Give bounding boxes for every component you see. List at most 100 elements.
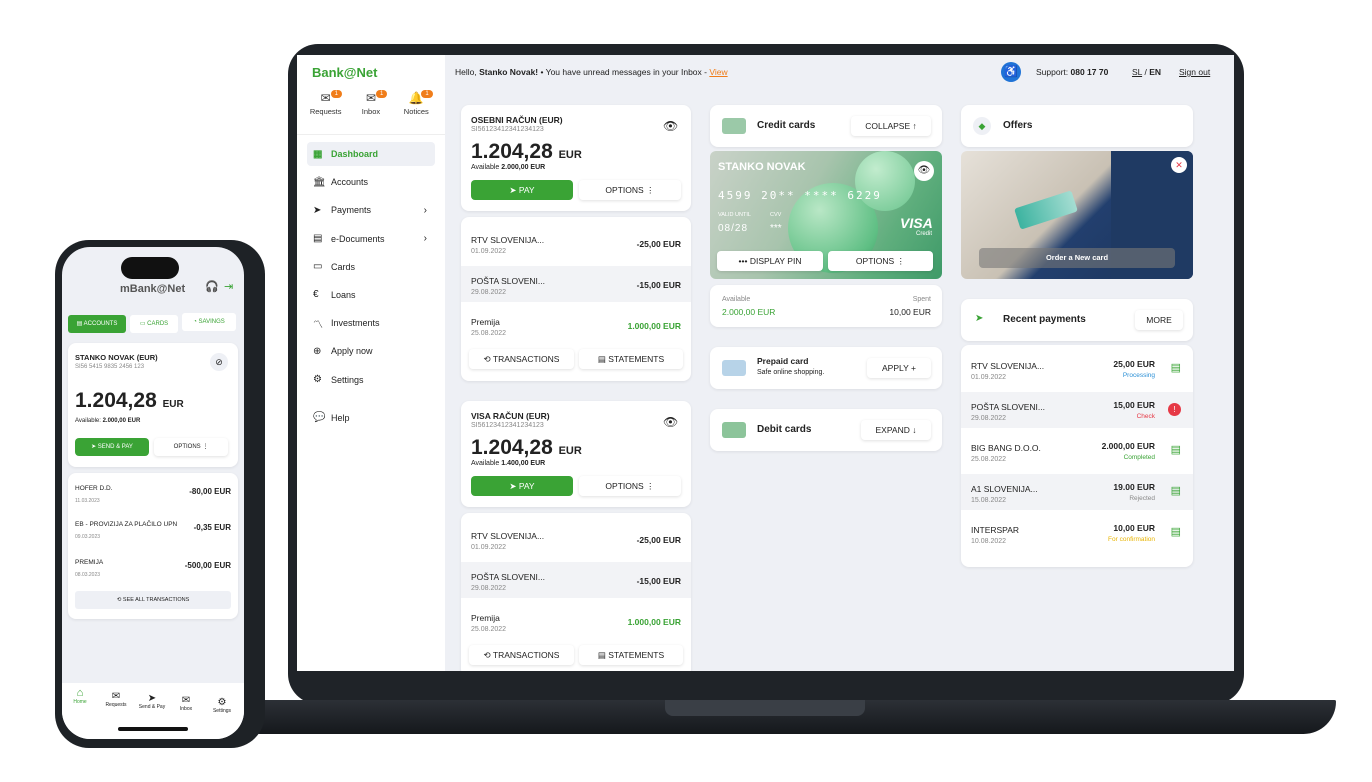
nav-settings[interactable]: ⚙ Settings [307,368,435,392]
tx-name: POŠTA SLOVENI... [471,572,546,582]
card-options-button[interactable]: OPTIONS ⋮ [828,251,933,271]
tab-savings[interactable]: ◔ SAVINGS [182,313,236,331]
collapse-button[interactable]: COLLAPSE ↑ [851,116,931,136]
nav-investments[interactable]: 〽 Investments [307,311,435,335]
order-card-button[interactable]: Order a New card [979,248,1175,268]
tx-date: 09.03.2023 [75,534,101,540]
offer-banner[interactable]: ✕ Order a New card [961,151,1193,279]
see-all-transactions-button[interactable]: ⟲ SEE ALL TRANSACTIONS [75,591,231,609]
nav-help[interactable]: 💬 Help [307,406,435,430]
account-name[interactable]: VISA RAČUN (EUR) [471,411,550,421]
list-item[interactable]: PREMIJA 08.03.2023 -500,00 EUR [75,557,231,587]
support-number[interactable]: 080 17 70 [1071,67,1109,77]
bank-icon: 🏛 [313,176,326,188]
nav-accounts[interactable]: 🏛 Accounts [307,170,435,194]
alert-icon[interactable]: ! [1168,403,1181,416]
transactions-button[interactable]: ⟲ TRANSACTIONS [469,645,574,665]
tx-date: 29.08.2022 [471,585,507,592]
document-icon[interactable]: ▤ [1171,361,1181,374]
pay-button[interactable]: ➤ PAY [471,180,573,200]
transactions-button[interactable]: ⟲ TRANSACTIONS [469,349,574,369]
available: Available: 2.000,00 EUR [75,418,140,424]
list-item[interactable]: EB - PROVIZIJA ZA PLAČILO UPN 09.03.2023 -… [75,519,231,549]
more-button[interactable]: MORE [1135,310,1183,330]
account-iban: SI56123412341234123 [471,126,544,133]
tab-accounts[interactable]: ▤ ACCOUNTS [68,315,126,333]
greeting: Hello, Stanko Novak! • You have unread m… [455,67,728,77]
payment-date: 25.08.2022 [971,456,1007,463]
notices-label: Notices [403,107,429,116]
list-item[interactable]: HOFER D.D. 11.03.2023 -80,00 EUR [75,483,231,513]
table-row[interactable]: RTV SLOVENIJA... 01.09.2022 -25,00 EUR [461,521,691,557]
balance-currency: EUR [162,399,184,410]
requests-button[interactable]: ✉ 1 Requests [305,89,347,116]
account-name[interactable]: OSEBNI RAČUN (EUR) [471,115,563,125]
nav-loans[interactable]: € Loans [307,283,435,307]
nav-send-pay[interactable]: ➤ Send & Pay [136,693,168,710]
display-pin-button[interactable]: ••• DISPLAY PIN [717,251,823,271]
table-row[interactable]: Premija 25.08.2022 1.000,00 EUR [461,603,691,639]
payment-row[interactable]: RTV SLOVENIJA... 01.09.2022 25,00 EUR Proce… [961,351,1193,387]
tab-cards[interactable]: ▭ CARDS [130,315,178,333]
document-icon[interactable]: ▤ [1171,484,1181,497]
sign-out-link[interactable]: Sign out [1179,67,1210,77]
statements-button[interactable]: ▤ STATEMENTS [579,349,683,369]
valid-label: VALID UNTIL [718,212,751,218]
apply-label: APPLY [882,363,909,373]
tx-amount: 1.000,00 EUR [627,321,681,331]
headset-icon[interactable]: 🎧 [205,280,219,293]
notices-button[interactable]: 🔔 1 Notices [395,89,437,116]
payment-row[interactable]: A1 SLOVENIJA... 15.08.2022 19.00 EUR Reject… [961,474,1193,510]
eye-off-icon[interactable]: ⊘ [210,353,228,371]
lang-en[interactable]: EN [1149,67,1161,77]
mobile-options-button[interactable]: OPTIONS ⋮ [154,438,228,456]
table-row[interactable]: Premija 25.08.2022 1.000,00 EUR [461,307,691,343]
nav-requests[interactable]: ✉ Requests [102,691,130,708]
credit-card[interactable]: STANKO NOVAK 👁 4599 20** **** 6229 VALID… [710,151,942,279]
options-button[interactable]: OPTIONS ⋮ [579,476,681,496]
lang-sl[interactable]: SL [1132,67,1142,77]
payment-row[interactable]: POŠTA SLOVENI... 29.08.2022 15,00 EUR Check… [961,392,1193,428]
card-number: 4599 20** **** 6229 [718,189,882,202]
nav-label: Inbox [179,706,193,712]
table-row[interactable]: POŠTA SLOVENI... 29.08.2022 -15,00 EUR [461,266,691,302]
offers-title: Offers [1003,120,1033,131]
statements-button[interactable]: ▤ STATEMENTS [579,645,683,665]
dashboard-icon: ▦ [313,148,323,160]
document-icon[interactable]: ▤ [1171,443,1181,456]
credit-cards-title: Credit cards [757,120,816,131]
pay-button[interactable]: ➤ PAY [471,476,573,496]
inbox-button[interactable]: ✉ 1 Inbox [350,89,392,116]
nav-cards[interactable]: ▭ Cards [307,255,435,279]
app-logo[interactable]: Bank@Net [312,65,377,80]
options-button[interactable]: OPTIONS ⋮ [579,180,681,200]
apply-button[interactable]: APPLY + [867,358,931,378]
nav-inbox[interactable]: ✉ Inbox [174,695,198,712]
eye-icon[interactable]: 👁 [914,161,934,181]
expand-button[interactable]: EXPAND ↓ [861,420,931,440]
laptop-notch [665,700,865,716]
accessibility-icon[interactable]: ♿ [1001,62,1021,82]
eye-icon[interactable]: 👁 [663,415,678,429]
nav-apply-now[interactable]: ⊕ Apply now [307,339,435,363]
table-row[interactable]: RTV SLOVENIJA... 01.09.2022 -25,00 EUR [461,225,691,261]
send-pay-button[interactable]: ➤ SEND & PAY [75,438,149,456]
table-row[interactable]: POŠTA SLOVENI... 29.08.2022 -15,00 EUR [461,562,691,598]
close-icon[interactable]: ✕ [1171,157,1187,173]
nav-home[interactable]: ⌂ Home [68,687,92,705]
view-inbox-link[interactable]: View [709,67,727,77]
inbox-icon: ✉ [181,695,191,706]
statements-label: STATEMENTS [608,650,665,660]
logout-icon[interactable]: ⇥ [224,280,233,293]
nav-label: Settings [212,708,232,714]
nav-settings[interactable]: ⚙ Settings [208,697,236,714]
payment-row[interactable]: BIG BANG D.O.O. 25.08.2022 2.000,00 EUR Com… [961,433,1193,469]
eye-icon[interactable]: 👁 [663,119,678,133]
payment-row[interactable]: INTERSPAR 10.08.2022 10,00 EUR For confirma… [961,515,1193,551]
nav-payments[interactable]: ➤ Payments › [307,198,435,222]
document-icon[interactable]: ▤ [1171,525,1181,538]
account-name[interactable]: STANKO NOVAK (EUR) [75,353,158,362]
account-card: OSEBNI RAČUN (EUR) SI56123412341234123 👁… [461,105,691,211]
nav-dashboard[interactable]: ▦ Dashboard [307,142,435,166]
nav-edocuments[interactable]: ▤ e-Documents › [307,227,435,251]
